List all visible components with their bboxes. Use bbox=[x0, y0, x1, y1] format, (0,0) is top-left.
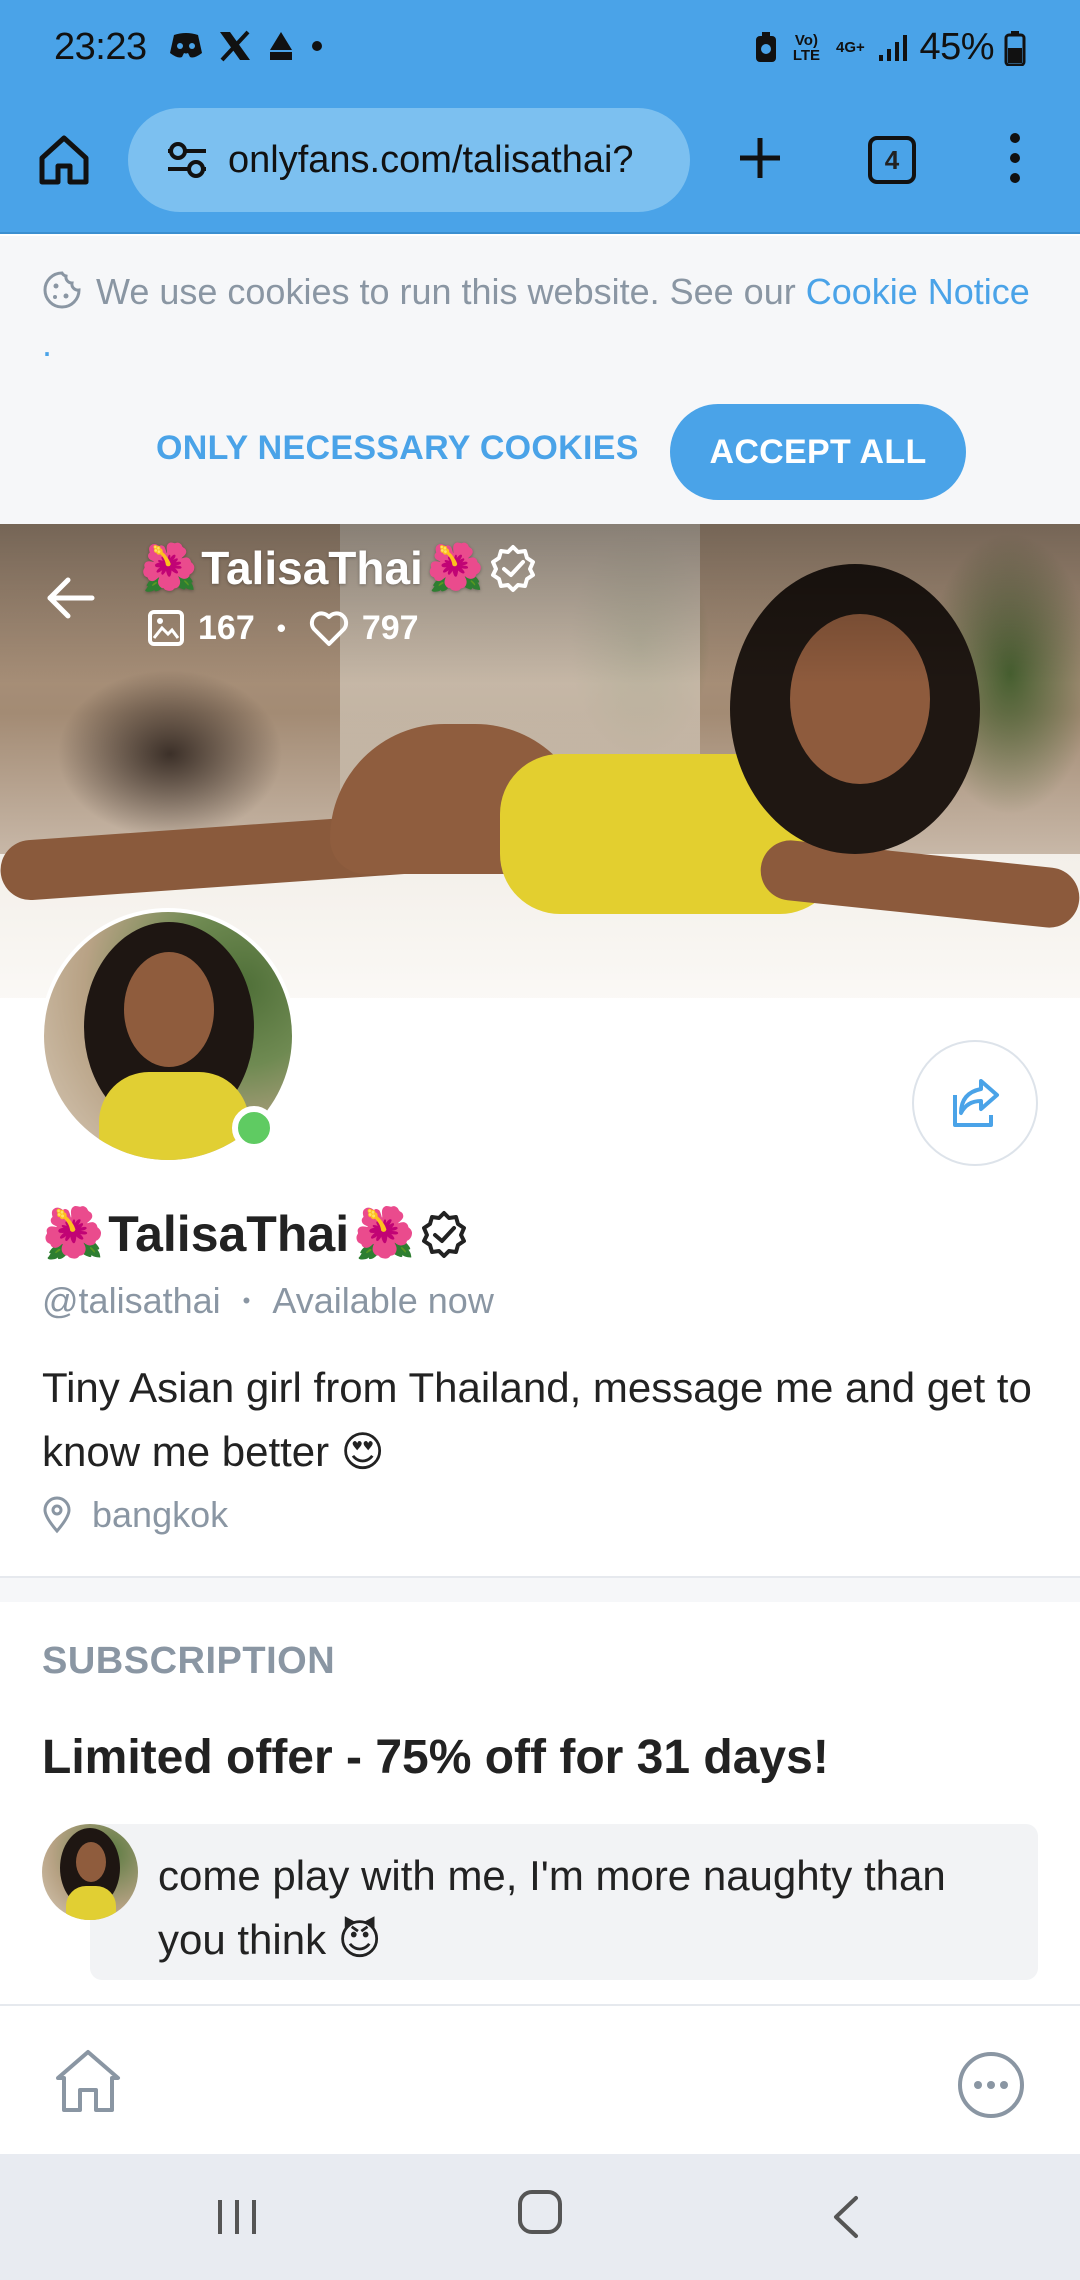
more-options-icon[interactable] bbox=[956, 2050, 1026, 2120]
accept-all-button[interactable]: ACCEPT ALL bbox=[670, 404, 966, 500]
image-icon bbox=[148, 610, 184, 646]
display-name-text: TalisaThai bbox=[108, 1205, 350, 1262]
hibiscus-emoji: 🌺 bbox=[42, 1205, 105, 1261]
network-type-label: 4G+ bbox=[836, 39, 865, 56]
verified-badge-icon bbox=[491, 544, 536, 592]
system-back-icon[interactable] bbox=[826, 2192, 866, 2242]
cover-name-text: TalisaThai bbox=[201, 541, 423, 594]
only-necessary-cookies-button[interactable]: ONLY NECESSARY COOKIES bbox=[146, 404, 649, 492]
bottom-navigation bbox=[0, 2004, 1080, 2154]
cookie-banner: We use cookies to run this website. See … bbox=[0, 236, 1080, 524]
hibiscus-emoji: 🌺 bbox=[426, 541, 485, 593]
home-icon[interactable] bbox=[52, 2046, 124, 2118]
location-text: bangkok bbox=[92, 1494, 229, 1535]
cookie-text: We use cookies to run this website. See … bbox=[96, 271, 806, 312]
profile-handle: @talisathai bbox=[42, 1280, 221, 1321]
cover-stats: 167 • 797 bbox=[146, 608, 419, 648]
status-time: 23:23 bbox=[54, 26, 147, 68]
url-text[interactable]: onlyfans.com/talisathai? bbox=[228, 139, 688, 182]
status-bar: 23:23 Vo) LTE 4G+ 45% bbox=[0, 0, 1080, 100]
volte-label: Vo) LTE bbox=[792, 31, 821, 64]
battery-icon bbox=[1004, 30, 1026, 66]
handle-separator: • bbox=[242, 1288, 251, 1313]
tab-switcher-button[interactable]: 4 bbox=[868, 136, 916, 184]
section-divider bbox=[0, 1576, 1080, 1602]
discord-icon bbox=[170, 33, 202, 58]
profile-bio: Tiny Asian girl from Thailand, message m… bbox=[42, 1364, 1032, 1475]
likes-count: 797 bbox=[361, 608, 419, 647]
cover-profile-name: 🌺 TalisaThai 🌺 bbox=[140, 540, 538, 595]
handle-row: @talisathai • Available now bbox=[42, 1280, 494, 1322]
back-arrow-icon[interactable] bbox=[42, 570, 98, 626]
profile-display-name: 🌺 TalisaThai 🌺 bbox=[42, 1204, 469, 1263]
media-count: 167 bbox=[198, 608, 255, 647]
cookie-text-end: . bbox=[42, 323, 53, 364]
site-settings-icon[interactable] bbox=[164, 137, 210, 183]
location-pin-icon bbox=[43, 1496, 71, 1534]
dot-icon bbox=[312, 41, 322, 51]
hibiscus-emoji: 🌺 bbox=[353, 1205, 416, 1261]
online-status-indicator bbox=[232, 1106, 276, 1150]
subscription-section-label: SUBSCRIPTION bbox=[42, 1640, 336, 1682]
browser-menu-icon[interactable] bbox=[990, 130, 1040, 186]
nfc-icon bbox=[756, 31, 777, 62]
cookie-icon bbox=[43, 271, 81, 309]
profile-location: bangkok bbox=[42, 1494, 228, 1536]
recent-apps-icon[interactable] bbox=[212, 2194, 262, 2240]
battery-percent: 45% bbox=[919, 26, 994, 68]
stats-separator: • bbox=[276, 612, 286, 643]
system-home-icon[interactable] bbox=[516, 2188, 564, 2236]
heart-icon bbox=[309, 611, 348, 646]
subscription-message: come play with me, I'm more naughty than… bbox=[90, 1824, 1038, 1980]
verified-badge-icon bbox=[422, 1210, 467, 1258]
cookie-notice-link[interactable]: Cookie Notice bbox=[806, 271, 1030, 312]
message-avatar bbox=[42, 1824, 138, 1920]
share-icon bbox=[953, 1079, 999, 1127]
signal-icon bbox=[879, 34, 908, 61]
share-button[interactable] bbox=[912, 1040, 1038, 1166]
system-icons: Vo) LTE 4G+ 45% bbox=[753, 26, 1026, 69]
notification-icons bbox=[168, 30, 324, 62]
availability-status: Available now bbox=[272, 1280, 494, 1321]
app-icon bbox=[270, 32, 292, 60]
cookie-message: We use cookies to run this website. See … bbox=[42, 266, 1042, 370]
new-tab-icon[interactable] bbox=[732, 130, 788, 186]
tab-count: 4 bbox=[884, 144, 900, 175]
system-navigation-bar bbox=[0, 2154, 1080, 2280]
hibiscus-emoji: 🌺 bbox=[140, 541, 198, 593]
x-icon bbox=[220, 30, 250, 62]
browser-home-icon[interactable] bbox=[36, 132, 92, 188]
browser-toolbar: onlyfans.com/talisathai? 4 bbox=[0, 100, 1080, 234]
offer-title: Limited offer - 75% off for 31 days! bbox=[42, 1731, 829, 1784]
address-bar[interactable]: onlyfans.com/talisathai? bbox=[128, 108, 690, 212]
